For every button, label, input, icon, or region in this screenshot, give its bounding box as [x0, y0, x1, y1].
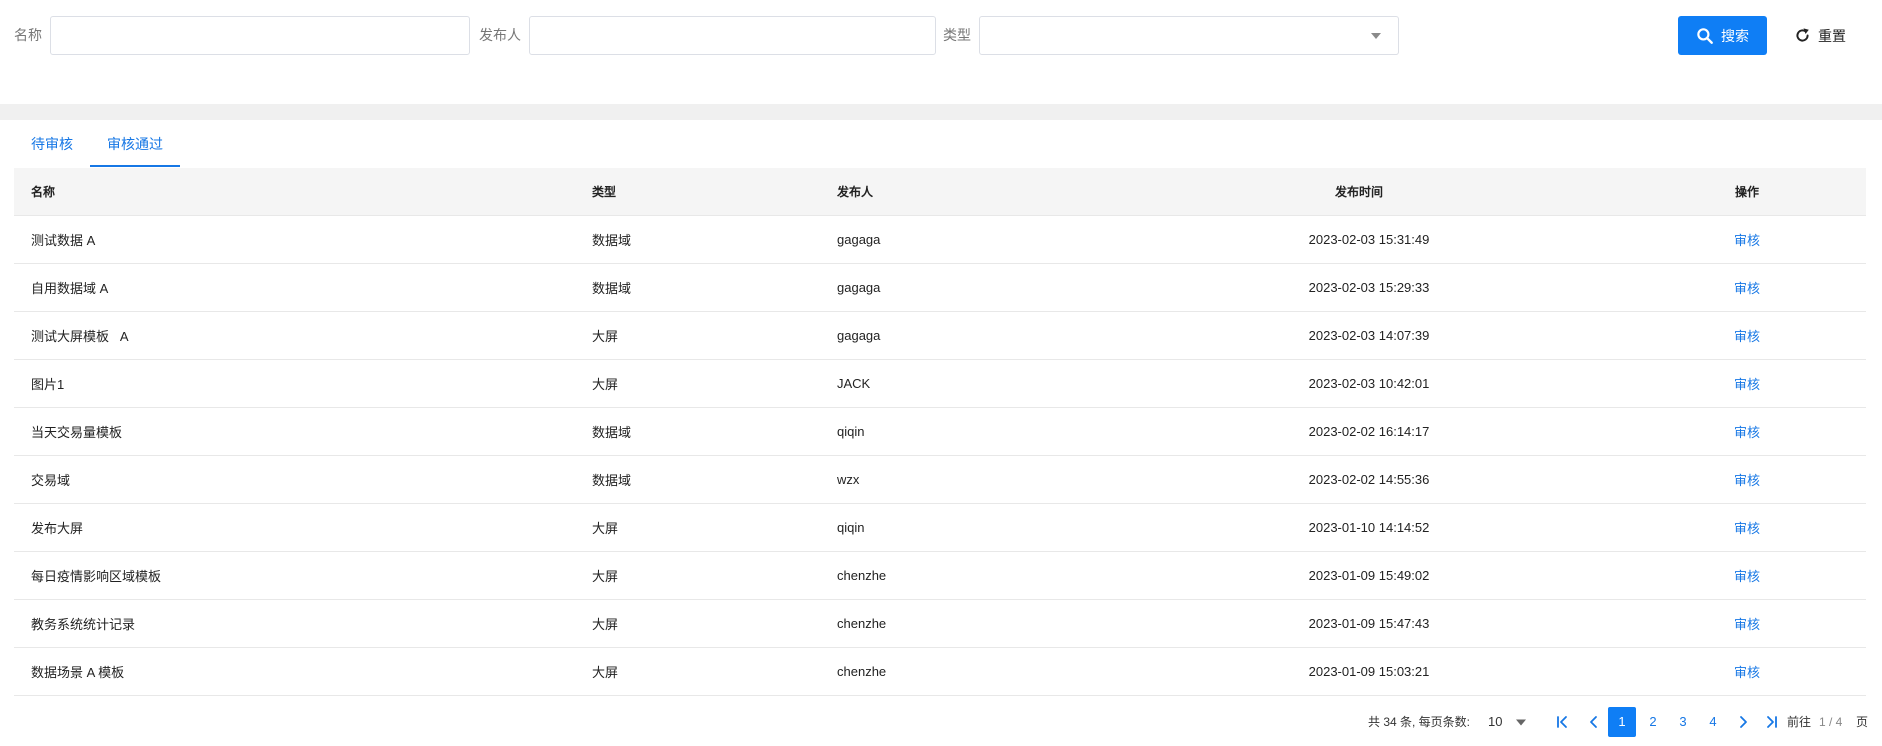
table-row: 图片1 大屏 JACK 2023-02-03 10:42:01 审核 — [14, 360, 1866, 408]
cell-name: 自用数据域 A — [31, 281, 109, 296]
column-header-publisher: 发布人 — [837, 185, 874, 199]
cell-publisher: gagaga — [837, 328, 881, 343]
cell-publish-time: 2023-01-09 15:47:43 — [1308, 616, 1430, 631]
cell-publisher: chenzhe — [837, 664, 887, 679]
review-link[interactable]: 审核 — [1612, 566, 1866, 585]
table-row: 每日疫情影响区域模板 大屏 chenzhe 2023-01-09 15:49:02 审核 — [14, 552, 1866, 600]
cell-publisher: chenzhe — [837, 616, 887, 631]
cell-publish-time: 2023-02-02 14:55:36 — [1308, 472, 1430, 487]
table-row: 教务系统统计记录 大屏 chenzhe 2023-01-09 15:47:43 审核 — [14, 600, 1866, 648]
cell-publisher: gagaga — [837, 232, 881, 247]
cell-publish-time: 2023-01-09 15:49:02 — [1308, 568, 1430, 583]
next-page-icon[interactable] — [1735, 714, 1751, 730]
cell-name: 测试大屏模板 A — [31, 329, 129, 344]
cell-publish-time: 2023-02-03 10:42:01 — [1308, 376, 1430, 391]
chevron-down-icon — [1371, 33, 1381, 39]
review-link[interactable]: 审核 — [1612, 230, 1866, 249]
cell-publisher: qiqin — [837, 424, 865, 439]
goto-label: 前往 — [1787, 715, 1812, 729]
review-link[interactable]: 审核 — [1612, 374, 1866, 393]
table-row: 自用数据域 A 数据域 gagaga 2023-02-03 15:29:33 审核 — [14, 264, 1866, 312]
publish-table: 名称 类型 发布人 发布时间 操作 测试数据 A 数据域 gagaga 2023-02… — [14, 168, 1866, 696]
cell-name: 当天交易量模板 — [31, 425, 123, 440]
reset-button-label: 重置 — [1818, 27, 1846, 44]
publisher-filter-input[interactable] — [529, 16, 936, 55]
pagination-total: 共 34 条, 每页条数: — [1368, 715, 1471, 729]
search-button-label: 搜索 — [1721, 27, 1749, 44]
cell-type: 数据域 — [592, 473, 632, 488]
page-button-2[interactable]: 2 — [1639, 707, 1667, 737]
last-page-icon[interactable] — [1763, 714, 1779, 730]
search-button[interactable]: 搜索 — [1678, 16, 1767, 55]
tab-approved[interactable]: 审核通过 — [90, 120, 180, 168]
table-row: 当天交易量模板 数据域 qiqin 2023-02-02 16:14:17 审核 — [14, 408, 1866, 456]
refresh-icon — [1796, 28, 1809, 42]
page-size-select[interactable]: 10 — [1488, 707, 1502, 737]
cell-type: 数据域 — [592, 425, 632, 440]
type-filter-select[interactable] — [979, 16, 1399, 55]
cell-publisher: qiqin — [837, 520, 865, 535]
first-page-icon[interactable] — [1555, 714, 1571, 730]
cell-type: 大屏 — [592, 377, 619, 392]
table-row: 交易域 数据域 wzx 2023-02-02 14:55:36 审核 — [14, 456, 1866, 504]
table-row: 数据场景 A 模板 大屏 chenzhe 2023-01-09 15:03:21 审核 — [14, 648, 1866, 696]
publisher-filter-label: 发布人 — [479, 27, 521, 43]
table-header: 名称 类型 发布人 发布时间 操作 — [14, 168, 1866, 216]
table-body: 测试数据 A 数据域 gagaga 2023-02-03 15:31:49 审核 自用数据… — [14, 216, 1866, 696]
column-header-type: 类型 — [592, 185, 617, 199]
search-icon — [1697, 27, 1713, 44]
column-header-name: 名称 — [31, 185, 56, 199]
reset-button[interactable]: 重置 — [1794, 16, 1856, 55]
tab-pending-review[interactable]: 待审核 — [14, 120, 90, 168]
review-link[interactable]: 审核 — [1612, 614, 1866, 633]
review-link[interactable]: 审核 — [1612, 662, 1866, 681]
cell-name: 发布大屏 — [31, 521, 84, 536]
previous-page-icon[interactable] — [1586, 714, 1602, 730]
cell-type: 数据域 — [592, 233, 632, 248]
column-header-publish-time: 发布时间 — [1334, 185, 1383, 199]
cell-name: 教务系统统计记录 — [31, 617, 136, 632]
chevron-down-icon[interactable] — [1515, 718, 1527, 727]
cell-name: 数据场景 A 模板 — [31, 665, 125, 680]
cell-publisher: wzx — [837, 472, 860, 487]
table-row: 测试数据 A 数据域 gagaga 2023-02-03 15:31:49 审核 — [14, 216, 1866, 264]
cell-type: 大屏 — [592, 617, 619, 632]
cell-type: 大屏 — [592, 329, 619, 344]
name-filter-label: 名称 — [14, 27, 42, 43]
page-button-1[interactable]: 1 — [1608, 707, 1636, 737]
review-link[interactable]: 审核 — [1612, 326, 1866, 345]
cell-publish-time: 2023-02-02 16:14:17 — [1308, 424, 1430, 439]
cell-name: 每日疫情影响区域模板 — [31, 569, 162, 584]
type-filter-label: 类型 — [943, 27, 971, 43]
review-link[interactable]: 审核 — [1612, 518, 1866, 537]
column-header-action: 操作 — [1734, 185, 1759, 199]
name-filter-input[interactable] — [50, 16, 470, 55]
cell-type: 大屏 — [592, 665, 619, 680]
section-divider — [0, 104, 1882, 120]
cell-name: 测试数据 A — [31, 233, 96, 248]
cell-name: 图片1 — [31, 377, 65, 392]
table-row: 测试大屏模板 A 大屏 gagaga 2023-02-03 14:07:39 审核 — [14, 312, 1866, 360]
page-suffix: 页 — [1856, 715, 1869, 729]
cell-type: 大屏 — [592, 569, 619, 584]
cell-publish-time: 2023-01-10 14:14:52 — [1308, 520, 1430, 535]
review-link[interactable]: 审核 — [1612, 422, 1866, 441]
review-link[interactable]: 审核 — [1612, 278, 1866, 297]
cell-name: 交易域 — [31, 473, 71, 488]
page-button-3[interactable]: 3 — [1669, 707, 1697, 737]
table-row: 发布大屏 大屏 qiqin 2023-01-10 14:14:52 审核 — [14, 504, 1866, 552]
cell-publisher: chenzhe — [837, 568, 887, 583]
cell-type: 数据域 — [592, 281, 632, 296]
cell-publish-time: 2023-02-03 15:29:33 — [1308, 280, 1430, 295]
cell-publish-time: 2023-02-03 15:31:49 — [1308, 232, 1430, 247]
cell-type: 大屏 — [592, 521, 619, 536]
cell-publish-time: 2023-02-03 14:07:39 — [1308, 328, 1430, 343]
review-link[interactable]: 审核 — [1612, 470, 1866, 489]
review-tabs: 待审核 审核通过 — [14, 120, 180, 168]
cell-publish-time: 2023-01-09 15:03:21 — [1308, 664, 1430, 679]
cell-publisher: gagaga — [837, 280, 881, 295]
cell-publisher: JACK — [837, 376, 871, 391]
page-jump-input[interactable]: 1 / 4 — [1819, 707, 1842, 737]
page-button-4[interactable]: 4 — [1699, 707, 1727, 737]
